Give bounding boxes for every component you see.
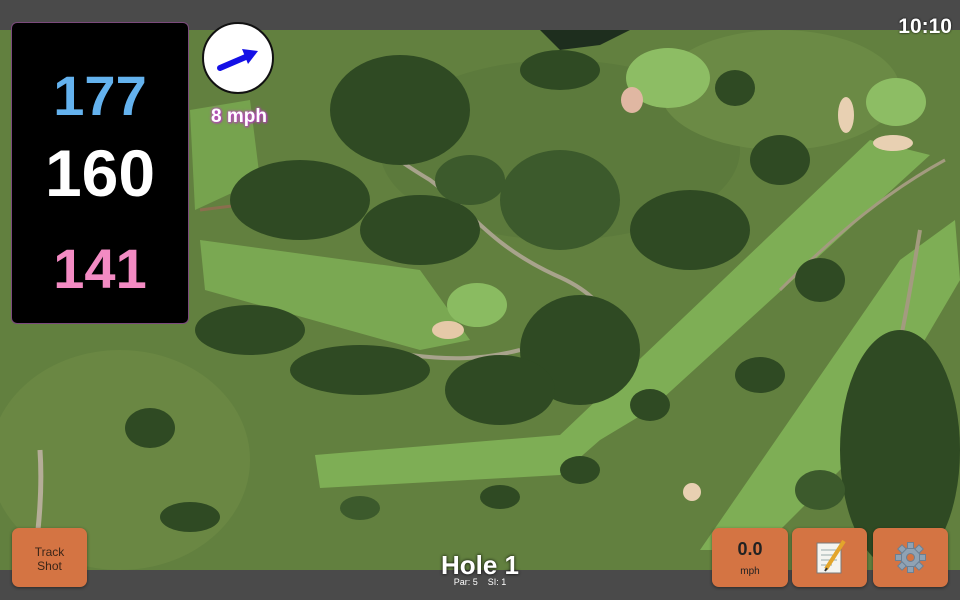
wind-arrow-icon	[217, 49, 258, 71]
track-shot-label-line2: Shot	[37, 559, 62, 573]
track-shot-button[interactable]: Track Shot	[12, 528, 87, 587]
wind-indicator	[202, 22, 274, 94]
clock: 10:10	[898, 15, 952, 38]
yardage-panel: 177 160 141	[11, 22, 189, 324]
track-shot-label-line1: Track	[34, 545, 65, 559]
settings-button[interactable]	[873, 528, 948, 587]
front-yardage: 141	[53, 237, 147, 300]
speed-value: 0.0	[737, 539, 763, 559]
scorecard-icon	[816, 539, 846, 574]
speed-unit: mph	[740, 566, 760, 577]
scorecard-button[interactable]	[792, 528, 867, 587]
gear-icon	[895, 542, 926, 573]
hole-info: Par: 5 SI: 1	[380, 577, 580, 587]
wind-speed: 8 mph	[211, 106, 267, 127]
hole-par: Par: 5	[453, 577, 478, 587]
back-yardage: 177	[53, 64, 147, 127]
speed-button[interactable]: 0.0 mph	[712, 528, 788, 587]
middle-yardage: 160	[44, 136, 156, 210]
hole-stroke-index: SI: 1	[487, 577, 507, 587]
